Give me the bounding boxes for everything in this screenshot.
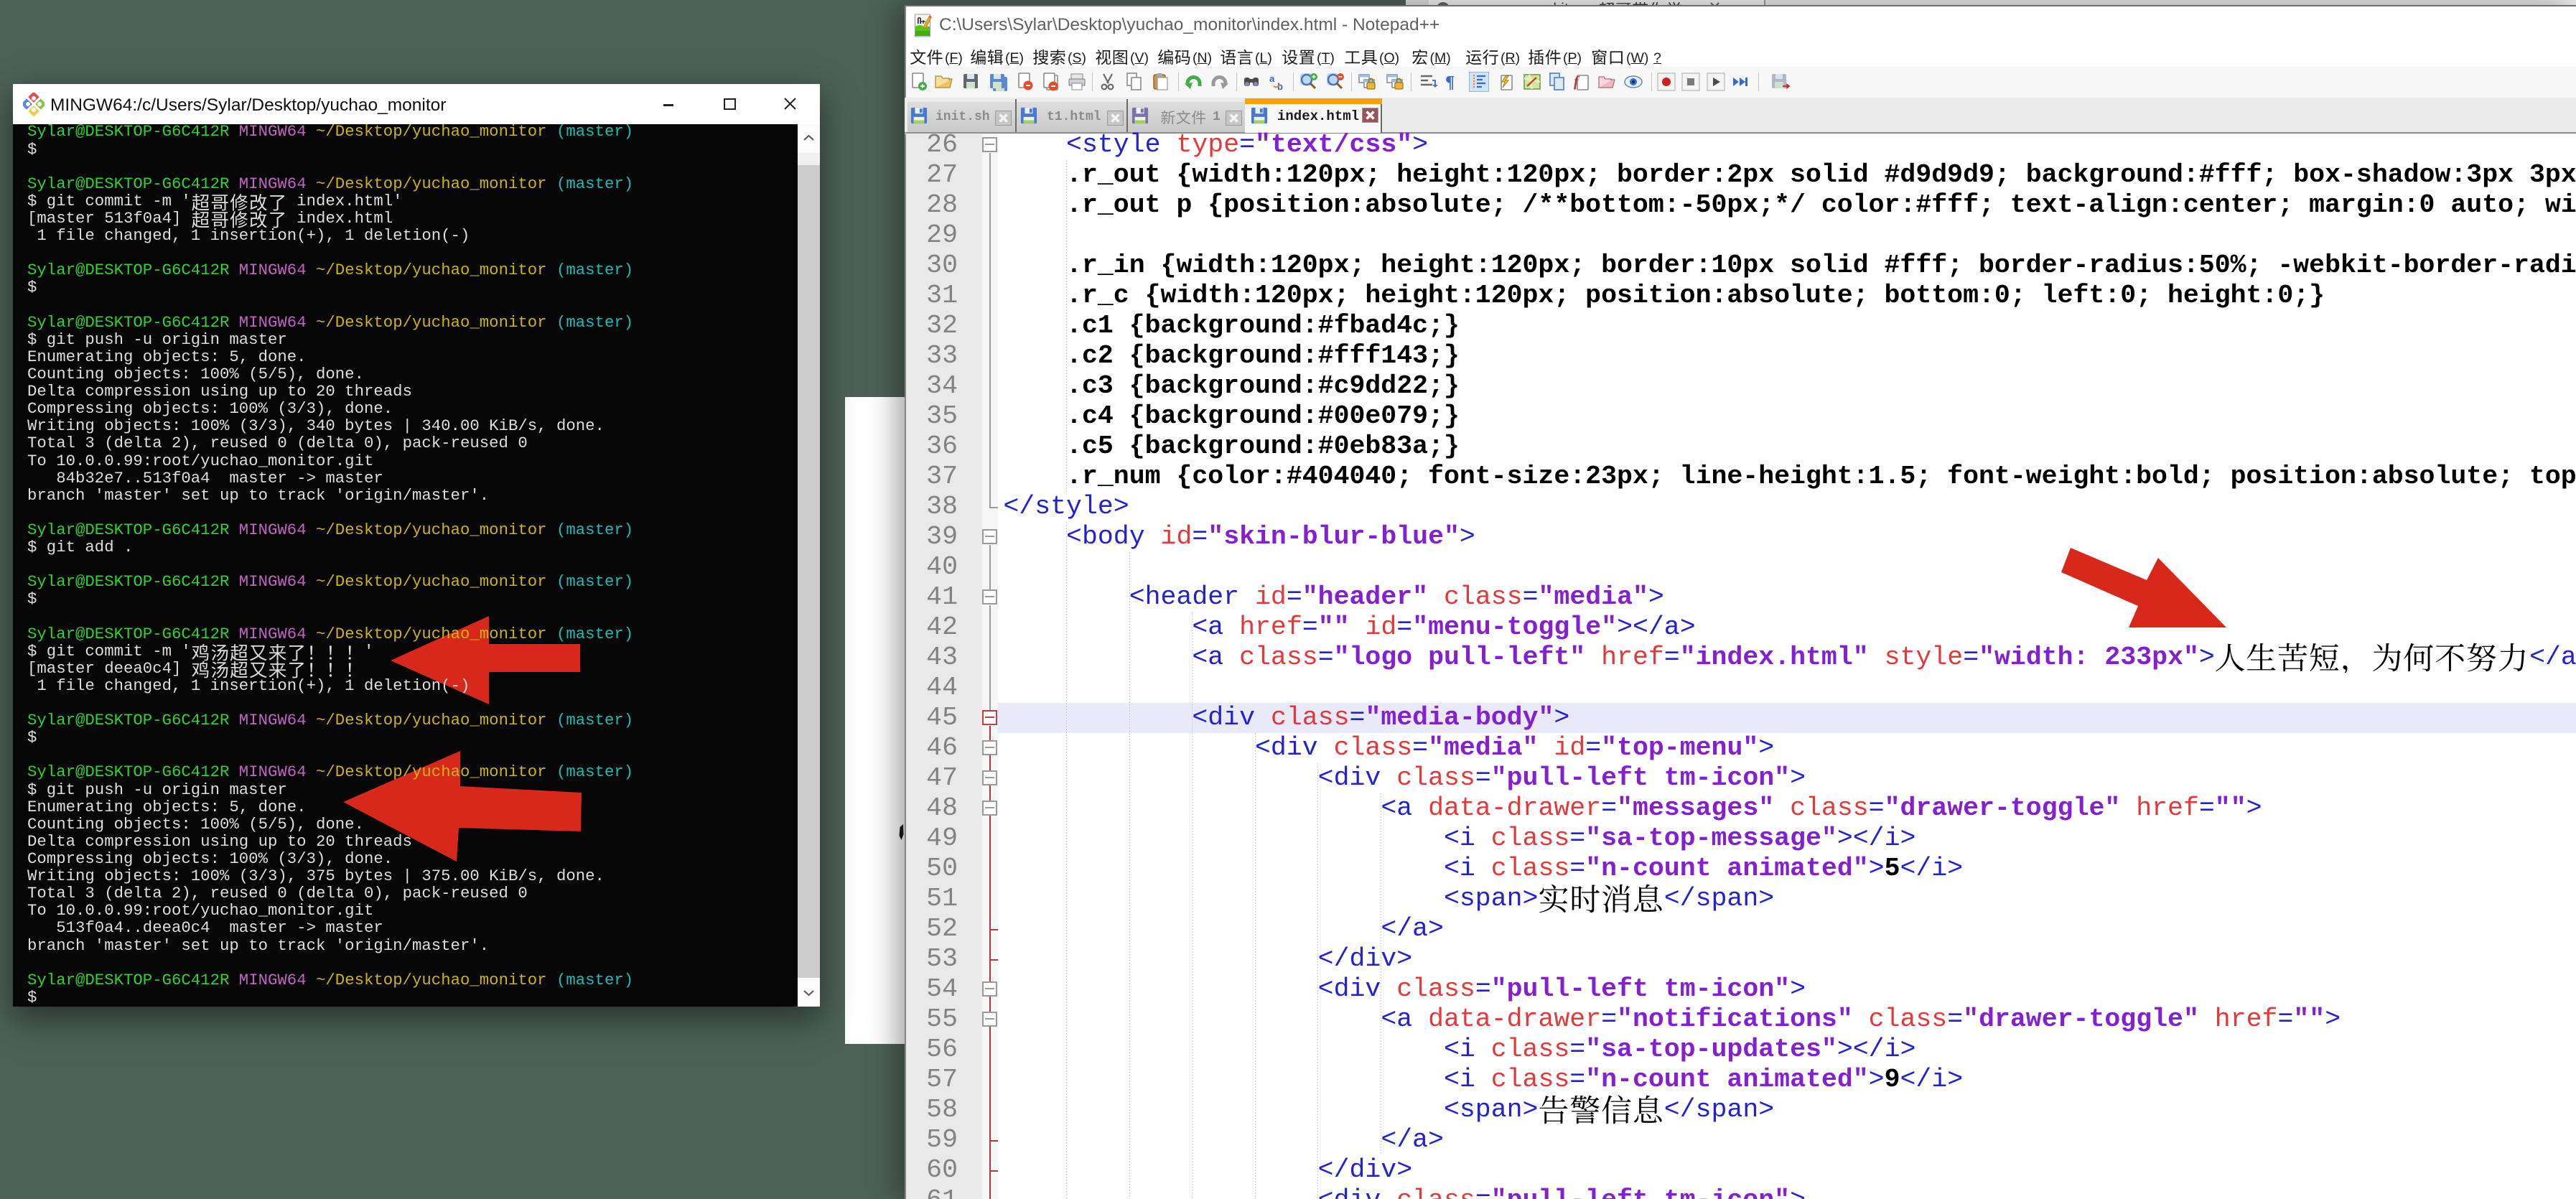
svg-text:a: a bbox=[1269, 73, 1275, 84]
svg-text:¶: ¶ bbox=[1445, 73, 1455, 92]
